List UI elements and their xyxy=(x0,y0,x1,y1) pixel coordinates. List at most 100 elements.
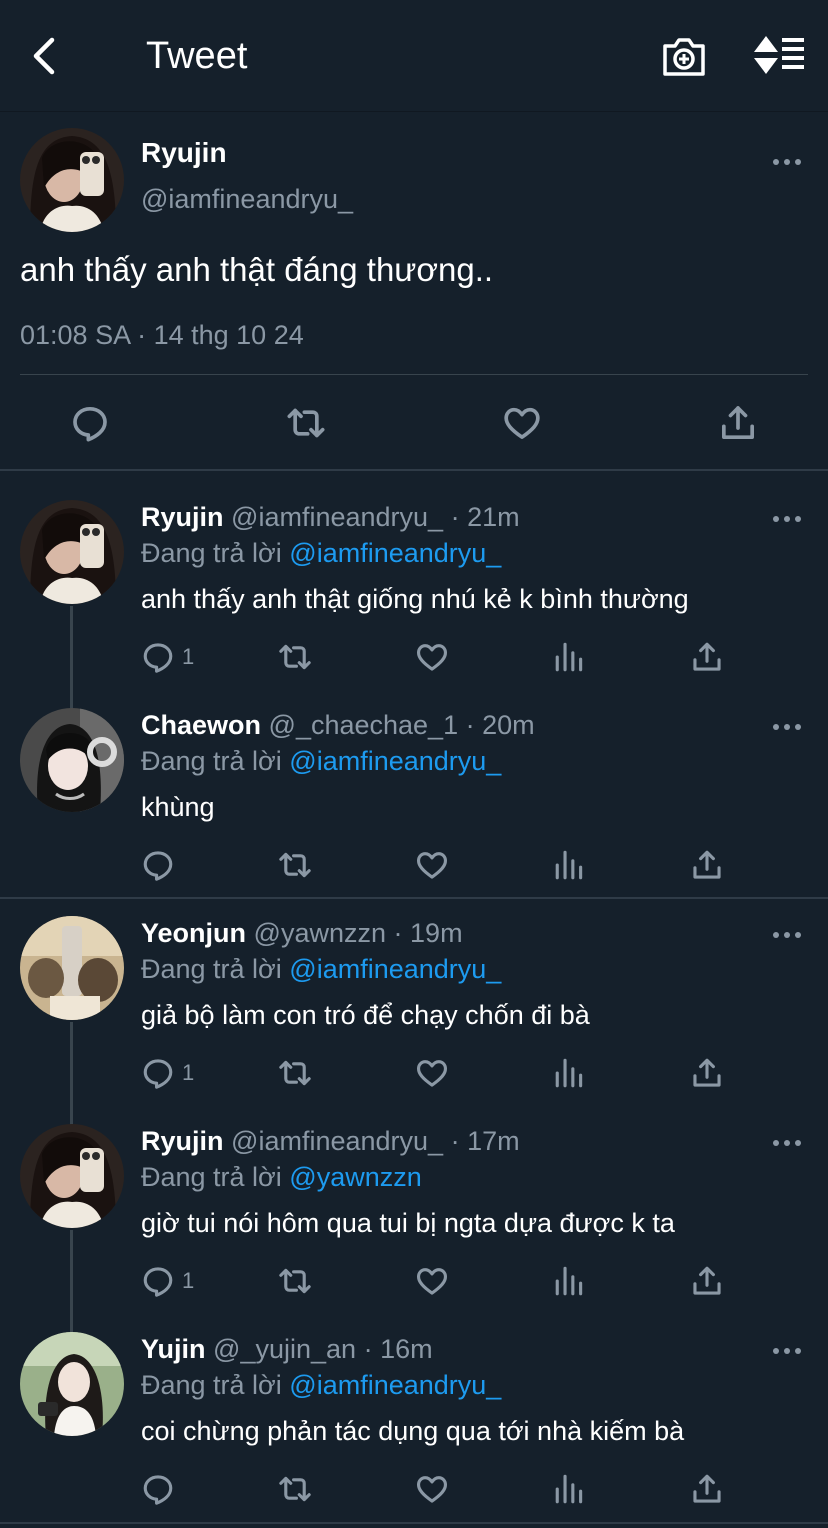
author-handle[interactable]: @iamfineandryu_ xyxy=(141,183,353,215)
separator-dot: · xyxy=(363,1334,373,1364)
more-icon[interactable] xyxy=(772,1138,802,1148)
tweet-timestamp: 01:08 SA · 14 thg 10 24 xyxy=(20,320,304,350)
author-name[interactable]: Chaewon xyxy=(141,710,261,740)
replying-label: Đang trả lời xyxy=(141,1162,282,1192)
reply-header: Yujin @_yujin_an · 16m xyxy=(141,1332,433,1366)
thread-line xyxy=(70,1230,73,1340)
avatar[interactable] xyxy=(20,500,124,604)
reply-icon[interactable] xyxy=(141,1264,175,1298)
analytics-icon[interactable] xyxy=(553,1472,587,1506)
author-name[interactable]: Yujin xyxy=(141,1334,206,1364)
mention-link[interactable]: @yawnzzn xyxy=(289,1162,421,1192)
more-icon[interactable] xyxy=(772,1346,802,1356)
more-icon[interactable] xyxy=(772,722,802,732)
author-handle[interactable]: @_chaechae_1 xyxy=(269,710,459,740)
retweet-icon[interactable] xyxy=(286,403,326,443)
retweet-icon[interactable] xyxy=(278,848,312,882)
author-name[interactable]: Ryujin xyxy=(141,1126,224,1156)
analytics-icon[interactable] xyxy=(553,1056,587,1090)
reply-icon[interactable] xyxy=(141,640,175,674)
reply-icon[interactable] xyxy=(141,1472,175,1506)
share-icon[interactable] xyxy=(690,848,724,882)
author-name[interactable]: Ryujin xyxy=(141,137,227,169)
analytics-icon[interactable] xyxy=(553,848,587,882)
replying-label: Đang trả lời xyxy=(141,954,282,984)
author-handle[interactable]: @yawnzzn xyxy=(254,918,386,948)
like-icon[interactable] xyxy=(415,1264,449,1298)
reply-tweet[interactable]: Yujin @_yujin_an · 16m Đang trả lời @iam… xyxy=(0,1332,828,1528)
like-icon[interactable] xyxy=(415,1472,449,1506)
reply-time: 19m xyxy=(410,918,463,948)
reply-count: 1 xyxy=(182,644,195,669)
author-handle[interactable]: @iamfineandryu_ xyxy=(231,502,443,532)
author-handle[interactable]: @_yujin_an xyxy=(213,1334,356,1364)
avatar-ryujin-image xyxy=(20,500,124,604)
back-arrow-icon[interactable] xyxy=(24,34,68,78)
avatar[interactable] xyxy=(20,916,124,1020)
share-icon[interactable] xyxy=(690,1264,724,1298)
retweet-icon[interactable] xyxy=(278,1056,312,1090)
more-icon[interactable] xyxy=(772,157,802,167)
retweet-icon[interactable] xyxy=(278,1472,312,1506)
replying-to: Đang trả lời @iamfineandryu_ xyxy=(141,744,501,778)
top-bar: Tweet xyxy=(0,0,828,112)
mention-link[interactable]: @iamfineandryu_ xyxy=(289,746,501,776)
reply-tweet[interactable]: Ryujin @iamfineandryu_ · 21m Đang trả lờ… xyxy=(0,500,828,716)
tweet-text: anh thấy anh thật đáng thương.. xyxy=(20,251,494,288)
separator-dot: · xyxy=(450,502,460,532)
avatar[interactable] xyxy=(20,708,124,812)
reply-icon[interactable] xyxy=(141,848,175,882)
analytics-icon[interactable] xyxy=(553,640,587,674)
reply-tweet[interactable]: Ryujin @iamfineandryu_ · 17m Đang trả lờ… xyxy=(0,1124,828,1340)
separator-dot: · xyxy=(450,1126,460,1156)
avatar[interactable] xyxy=(20,128,124,232)
reply-icon[interactable] xyxy=(141,1056,175,1090)
author-name[interactable]: Ryujin xyxy=(141,502,224,532)
replying-label: Đang trả lời xyxy=(141,1370,282,1400)
mention-link[interactable]: @iamfineandryu_ xyxy=(289,1370,501,1400)
like-icon[interactable] xyxy=(415,848,449,882)
mention-link[interactable]: @iamfineandryu_ xyxy=(289,538,501,568)
reply-tweet[interactable]: Chaewon @_chaechae_1 · 20m Đang trả lời … xyxy=(0,708,828,916)
separator-dot: · xyxy=(393,918,403,948)
reply-time: 20m xyxy=(482,710,535,740)
avatar-chaewon-image xyxy=(20,708,124,812)
avatar-ryujin-image xyxy=(20,1124,124,1228)
reply-header: Ryujin @iamfineandryu_ · 21m xyxy=(141,500,520,534)
mention-link[interactable]: @iamfineandryu_ xyxy=(289,954,501,984)
retweet-icon[interactable] xyxy=(278,1264,312,1298)
share-icon[interactable] xyxy=(718,403,758,443)
reply-header: Yeonjun @yawnzzn · 19m xyxy=(141,916,463,950)
analytics-icon[interactable] xyxy=(553,1264,587,1298)
retweet-icon[interactable] xyxy=(278,640,312,674)
avatar[interactable] xyxy=(20,1332,124,1436)
separator-dot: · xyxy=(465,710,475,740)
avatar-yujin-image xyxy=(20,1332,124,1436)
share-icon[interactable] xyxy=(690,1472,724,1506)
replying-to: Đang trả lời @iamfineandryu_ xyxy=(141,952,501,986)
share-icon[interactable] xyxy=(690,1056,724,1090)
camera-plus-icon[interactable] xyxy=(660,34,708,78)
share-icon[interactable] xyxy=(690,640,724,674)
like-icon[interactable] xyxy=(502,403,542,443)
like-icon[interactable] xyxy=(415,640,449,674)
thread-line xyxy=(70,606,73,716)
author-handle[interactable]: @iamfineandryu_ xyxy=(231,1126,443,1156)
reply-icon[interactable] xyxy=(70,403,110,443)
like-icon[interactable] xyxy=(415,1056,449,1090)
sort-icon[interactable] xyxy=(752,34,808,78)
more-icon[interactable] xyxy=(772,514,802,524)
author-name[interactable]: Yeonjun xyxy=(141,918,246,948)
avatar[interactable] xyxy=(20,1124,124,1228)
reply-text: khùng xyxy=(141,792,215,822)
reply-text: giờ tui nói hôm qua tui bị ngta dựa được… xyxy=(141,1208,675,1238)
page-title: Tweet xyxy=(146,35,248,77)
more-icon[interactable] xyxy=(772,930,802,940)
avatar-ryujin-image xyxy=(20,128,124,232)
main-tweet: Ryujin @iamfineandryu_ anh thấy anh thật… xyxy=(0,113,828,471)
reply-tweet[interactable]: Yeonjun @yawnzzn · 19m Đang trả lời @iam… xyxy=(0,916,828,1132)
replying-label: Đang trả lời xyxy=(141,746,282,776)
replying-to: Đang trả lời @iamfineandryu_ xyxy=(141,536,501,570)
reply-text: giả bộ làm con tró để chạy chốn đi bà xyxy=(141,1000,590,1030)
replying-to: Đang trả lời @iamfineandryu_ xyxy=(141,1368,501,1402)
